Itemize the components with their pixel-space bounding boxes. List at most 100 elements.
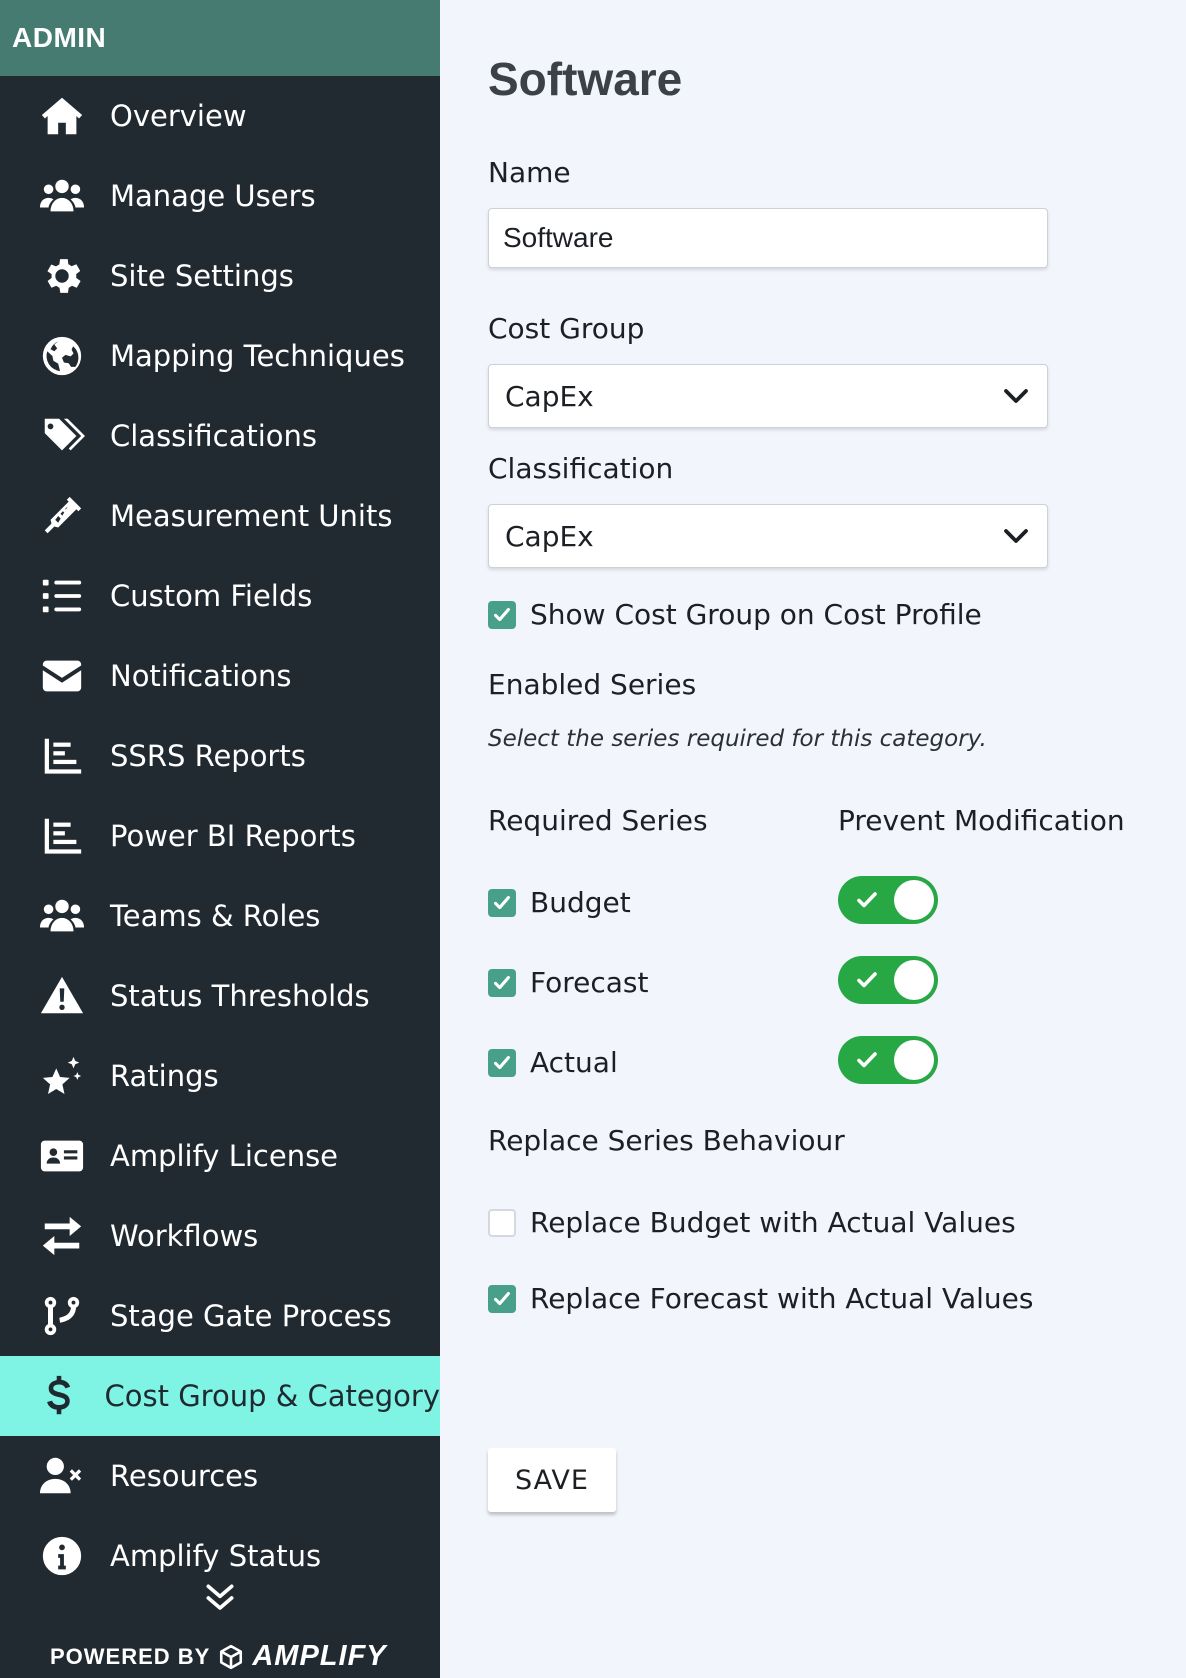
budget-prevent-modification-toggle[interactable] (838, 876, 938, 924)
toggle-knob (894, 880, 934, 920)
sidebar-item-amplify-license[interactable]: Amplify License (0, 1116, 440, 1196)
users-icon (36, 170, 88, 222)
name-label: Name (488, 156, 571, 189)
exchange-icon (36, 1210, 88, 1262)
sidebar-item-label: Custom Fields (110, 579, 313, 613)
series-label: Actual (530, 1046, 618, 1079)
chevron-down-icon (1004, 529, 1028, 543)
list-icon (36, 570, 88, 622)
sidebar-item-ssrs-reports[interactable]: SSRS Reports (0, 716, 440, 796)
series-label: Budget (530, 886, 631, 919)
save-button[interactable]: SAVE (488, 1448, 616, 1512)
sidebar-item-label: Amplify Status (110, 1539, 322, 1573)
checkbox-checked-icon[interactable] (488, 888, 516, 917)
show-cost-group-label: Show Cost Group on Cost Profile (530, 598, 982, 631)
sidebar-item-overview[interactable]: Overview (0, 76, 440, 156)
sidebar-item-label: Cost Group & Category (104, 1379, 441, 1413)
stars-icon (36, 1050, 88, 1102)
checkbox-checked-icon[interactable] (488, 1048, 516, 1077)
sidebar-item-label: Workflows (110, 1219, 259, 1253)
checkbox-checked-icon[interactable] (488, 600, 516, 629)
forecast-prevent-modification-toggle[interactable] (838, 956, 938, 1004)
sidebar-title: ADMIN (12, 22, 107, 53)
sidebar-item-label: Overview (110, 99, 247, 133)
replace-forecast-label: Replace Forecast with Actual Values (530, 1282, 1034, 1315)
sidebar-item-label: Stage Gate Process (110, 1299, 392, 1333)
user-x-icon (36, 1450, 88, 1502)
replace-budget-checkbox[interactable]: Replace Budget with Actual Values (488, 1206, 1016, 1239)
cost-group-label: Cost Group (488, 312, 645, 345)
syringe-icon (36, 490, 88, 542)
name-input[interactable] (488, 208, 1048, 268)
show-cost-group-checkbox[interactable]: Show Cost Group on Cost Profile (488, 598, 982, 631)
envelope-icon (36, 650, 88, 702)
series-actual-checkbox[interactable]: Actual (488, 1046, 618, 1079)
admin-sidebar: ADMIN Overview Manage Users Site Setting… (0, 0, 440, 1678)
check-icon (857, 972, 877, 988)
warning-icon (36, 970, 88, 1022)
checkbox-unchecked-icon[interactable] (488, 1208, 516, 1237)
sidebar-item-power-bi-reports[interactable]: Power BI Reports (0, 796, 440, 876)
chevron-down-icon (1004, 389, 1028, 403)
checkbox-checked-icon[interactable] (488, 968, 516, 997)
actual-prevent-modification-toggle[interactable] (838, 1036, 938, 1084)
sidebar-item-label: Power BI Reports (110, 819, 356, 853)
toggle-knob (894, 1040, 934, 1080)
cost-group-select[interactable]: CapEx (488, 364, 1048, 428)
classification-value: CapEx (505, 519, 594, 553)
replace-series-heading: Replace Series Behaviour (488, 1124, 845, 1157)
sidebar-item-label: Site Settings (110, 259, 294, 293)
gear-icon (36, 250, 88, 302)
powered-by-footer: POWERED BY AMPLIFY (50, 1640, 387, 1673)
tags-icon (36, 410, 88, 462)
amplify-brand: AMPLIFY (252, 1640, 387, 1672)
checkbox-checked-icon[interactable] (488, 1284, 516, 1313)
sidebar-item-label: Teams & Roles (110, 899, 321, 933)
sidebar-item-ratings[interactable]: Ratings (0, 1036, 440, 1116)
sidebar-item-label: Amplify License (110, 1139, 339, 1173)
replace-forecast-checkbox[interactable]: Replace Forecast with Actual Values (488, 1282, 1033, 1315)
prevent-modification-header: Prevent Modification (838, 804, 1125, 837)
bar-chart-icon (36, 730, 88, 782)
sidebar-item-label: Classifications (110, 419, 317, 453)
amplify-logo-icon (220, 1644, 243, 1669)
sidebar-item-label: Resources (110, 1459, 259, 1493)
series-budget-checkbox[interactable]: Budget (488, 886, 631, 919)
sidebar-item-classifications[interactable]: Classifications (0, 396, 440, 476)
powered-by-text: POWERED BY (50, 1643, 211, 1669)
required-series-header: Required Series (488, 804, 708, 837)
sidebar-item-measurement-units[interactable]: Measurement Units (0, 476, 440, 556)
sidebar-item-teams-roles[interactable]: Teams & Roles (0, 876, 440, 956)
sidebar-item-resources[interactable]: Resources (0, 1436, 440, 1516)
users-icon (36, 890, 88, 942)
enabled-series-heading: Enabled Series (488, 668, 697, 701)
dollar-icon (36, 1370, 83, 1422)
page-title: Software (488, 53, 683, 105)
enabled-series-help: Select the series required for this cate… (488, 726, 987, 752)
cost-category-form: Software Name Cost Group CapEx Classific… (440, 0, 1186, 1678)
series-forecast-checkbox[interactable]: Forecast (488, 966, 648, 999)
bar-chart-icon (36, 810, 88, 862)
sidebar-item-site-settings[interactable]: Site Settings (0, 236, 440, 316)
check-icon (857, 892, 877, 908)
sidebar-item-stage-gate-process[interactable]: Stage Gate Process (0, 1276, 440, 1356)
sidebar-item-label: SSRS Reports (110, 739, 306, 773)
sidebar-item-label: Status Thresholds (110, 979, 370, 1013)
home-icon (36, 90, 88, 142)
sidebar-item-cost-group-category[interactable]: Cost Group & Category (0, 1356, 440, 1436)
sidebar-item-custom-fields[interactable]: Custom Fields (0, 556, 440, 636)
sidebar-item-manage-users[interactable]: Manage Users (0, 156, 440, 236)
check-icon (857, 1052, 877, 1068)
sidebar-header: ADMIN (0, 0, 440, 76)
sidebar-item-label: Manage Users (110, 179, 316, 213)
sidebar-item-status-thresholds[interactable]: Status Thresholds (0, 956, 440, 1036)
sidebar-item-mapping-techniques[interactable]: Mapping Techniques (0, 316, 440, 396)
id-card-icon (36, 1130, 88, 1182)
cost-group-value: CapEx (505, 379, 594, 413)
replace-budget-label: Replace Budget with Actual Values (530, 1206, 1016, 1239)
classification-select[interactable]: CapEx (488, 504, 1048, 568)
sidebar-item-notifications[interactable]: Notifications (0, 636, 440, 716)
scroll-more-chevron-icon[interactable] (200, 1578, 240, 1618)
sidebar-item-workflows[interactable]: Workflows (0, 1196, 440, 1276)
sidebar-nav: Overview Manage Users Site Settings Mapp… (0, 76, 440, 1596)
